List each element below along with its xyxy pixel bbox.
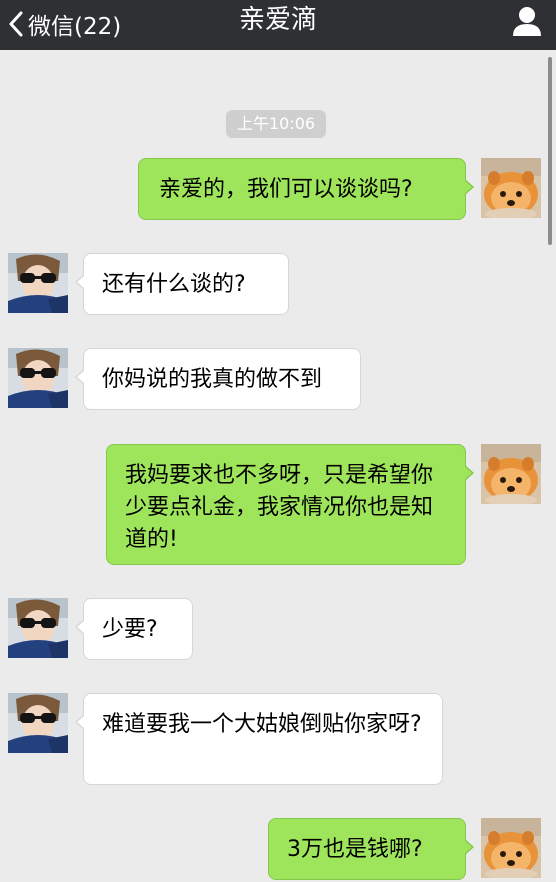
avatar-contact[interactable] <box>8 693 68 753</box>
avatar-self[interactable] <box>481 158 541 218</box>
message-bubble-received[interactable]: 你妈说的我真的做不到 <box>75 348 361 410</box>
message-bubble-sent[interactable]: 亲爱的，我们可以谈谈吗? <box>138 158 474 220</box>
message-bubble-received[interactable]: 难道要我一个大姑娘倒贴你家呀? <box>75 693 443 785</box>
person-icon[interactable] <box>510 4 544 38</box>
avatar-self[interactable] <box>481 444 541 504</box>
message-bubble-sent[interactable]: 我妈要求也不多呀，只是希望你少要点礼金，我家情况你也是知道的! <box>106 444 474 565</box>
avatar-contact[interactable] <box>8 253 68 313</box>
timestamp-badge: 上午10:06 <box>226 110 326 138</box>
top-navigation-bar: 微信(22) 亲爱滴 <box>0 0 556 50</box>
back-button[interactable]: 微信(22) <box>8 6 121 42</box>
message-bubble-received[interactable]: 还有什么谈的? <box>75 253 289 315</box>
message-bubble-sent[interactable]: 3万也是钱哪? <box>268 818 474 880</box>
avatar-contact[interactable] <box>8 598 68 658</box>
avatar-self[interactable] <box>481 818 541 878</box>
chevron-left-icon <box>9 11 23 37</box>
avatar-contact[interactable] <box>8 348 68 408</box>
message-bubble-received[interactable]: 少要? <box>75 598 193 660</box>
back-label: 微信(22) <box>28 14 122 40</box>
scrollbar[interactable] <box>548 57 552 245</box>
